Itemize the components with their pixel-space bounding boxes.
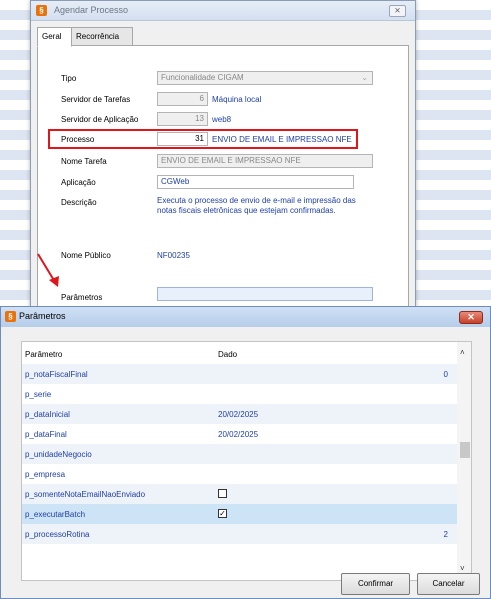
param-value[interactable]: 20/02/2025 xyxy=(218,410,258,419)
parameters-title: Parâmetros xyxy=(19,311,66,321)
scrollbar-thumb[interactable] xyxy=(460,442,470,458)
schedule-process-window: § Agendar Processo ⨯ Geral Recorrência T… xyxy=(30,0,416,311)
param-name: p_serie xyxy=(25,390,52,399)
window-title: Agendar Processo xyxy=(54,5,129,15)
column-header-dado[interactable]: Dado xyxy=(218,350,237,359)
cancel-button[interactable]: Cancelar xyxy=(417,573,480,595)
table-row[interactable]: p_empresa xyxy=(22,464,457,484)
close-button[interactable]: ✕ xyxy=(459,311,483,324)
param-name: p_notaFiscalFinal xyxy=(25,370,88,379)
table-row[interactable]: p_serie xyxy=(22,384,457,404)
servidor-aplicacao-desc: web8 xyxy=(212,115,232,124)
servidor-tarefas-field[interactable]: 6 xyxy=(157,92,208,106)
column-header-parametro[interactable]: Parâmetro xyxy=(25,350,62,359)
vertical-scrollbar[interactable]: ˄ ˅ xyxy=(457,342,471,580)
servidor-aplicacao-field[interactable]: 13 xyxy=(157,112,208,126)
tab-recorrencia[interactable]: Recorrência xyxy=(71,27,133,46)
servidor-tarefas-desc: Máquina local xyxy=(212,95,262,104)
table-row[interactable]: p_dataInicial 20/02/2025 xyxy=(22,404,457,424)
param-name: p_executarBatch xyxy=(25,510,86,519)
red-arrow-annotation xyxy=(37,253,59,287)
parameters-titlebar[interactable]: § Parâmetros ✕ xyxy=(1,307,490,327)
nome-publico-value: NF00235 xyxy=(157,251,190,260)
close-button[interactable]: ⨯ xyxy=(389,5,406,17)
app-icon: § xyxy=(5,311,16,322)
scroll-up-icon[interactable]: ˄ xyxy=(460,348,465,357)
checkbox-checked[interactable]: ✓ xyxy=(218,509,227,518)
grid-header: Parâmetro Dado xyxy=(22,342,457,364)
scroll-down-icon[interactable]: ˅ xyxy=(460,564,465,573)
tipo-select[interactable]: Funcionalidade CIGAM ⌄ xyxy=(157,71,373,85)
table-row[interactable]: p_unidadeNegocio xyxy=(22,444,457,464)
processo-field[interactable]: 31 xyxy=(157,132,208,146)
tipo-label: Tipo xyxy=(61,74,77,83)
param-name: p_dataInicial xyxy=(25,410,70,419)
chevron-down-icon: ⌄ xyxy=(361,73,368,82)
tab-geral[interactable]: Geral xyxy=(37,27,72,47)
descricao-value: Executa o processo de envio de e-mail e … xyxy=(157,196,356,215)
nome-tarefa-field[interactable]: ENVIO DE EMAIL E IMPRESSAO NFE xyxy=(157,154,373,168)
parametros-field[interactable] xyxy=(157,287,373,301)
table-row[interactable]: p_notaFiscalFinal 0 xyxy=(22,364,457,384)
servidor-tarefas-label: Servidor de Tarefas xyxy=(61,95,131,104)
servidor-aplicacao-label: Servidor de Aplicação xyxy=(61,115,139,124)
param-name: p_unidadeNegocio xyxy=(25,450,92,459)
table-row[interactable]: p_dataFinal 20/02/2025 xyxy=(22,424,457,444)
parameters-grid: Parâmetro Dado p_notaFiscalFinal 0 p_ser… xyxy=(21,341,472,581)
param-name: p_processoRotina xyxy=(25,530,90,539)
window-titlebar[interactable]: § Agendar Processo ⨯ xyxy=(31,1,415,21)
aplicacao-field[interactable]: CGWeb xyxy=(157,175,354,189)
tipo-value: Funcionalidade CIGAM xyxy=(161,73,244,82)
param-value[interactable]: 2 xyxy=(444,530,448,539)
processo-label: Processo xyxy=(61,135,95,144)
descricao-label: Descrição xyxy=(61,198,97,207)
tab-panel-geral: Tipo Funcionalidade CIGAM ⌄ Servidor de … xyxy=(37,45,409,311)
app-icon: § xyxy=(36,5,47,16)
nome-tarefa-label: Nome Tarefa xyxy=(61,157,107,166)
parametros-label: Parâmetros xyxy=(61,293,103,302)
table-row[interactable]: p_processoRotina 2 xyxy=(22,524,457,544)
aplicacao-label: Aplicação xyxy=(61,178,96,187)
param-name: p_dataFinal xyxy=(25,430,67,439)
processo-desc: ENVIO DE EMAIL E IMPRESSAO NFE xyxy=(212,135,352,144)
param-name: p_somenteNotaEmailNaoEnviado xyxy=(25,490,146,499)
confirm-button[interactable]: Confirmar xyxy=(341,573,410,595)
nome-publico-label: Nome Público xyxy=(61,251,111,260)
param-value[interactable]: 0 xyxy=(444,370,448,379)
parameters-window: § Parâmetros ✕ Parâmetro Dado p_notaFisc… xyxy=(0,306,491,599)
table-row[interactable]: p_somenteNotaEmailNaoEnviado xyxy=(22,484,457,504)
checkbox-unchecked[interactable] xyxy=(218,489,227,498)
table-row-selected[interactable]: p_executarBatch ✓ xyxy=(22,504,457,524)
param-name: p_empresa xyxy=(25,470,66,479)
param-value[interactable]: 20/02/2025 xyxy=(218,430,258,439)
